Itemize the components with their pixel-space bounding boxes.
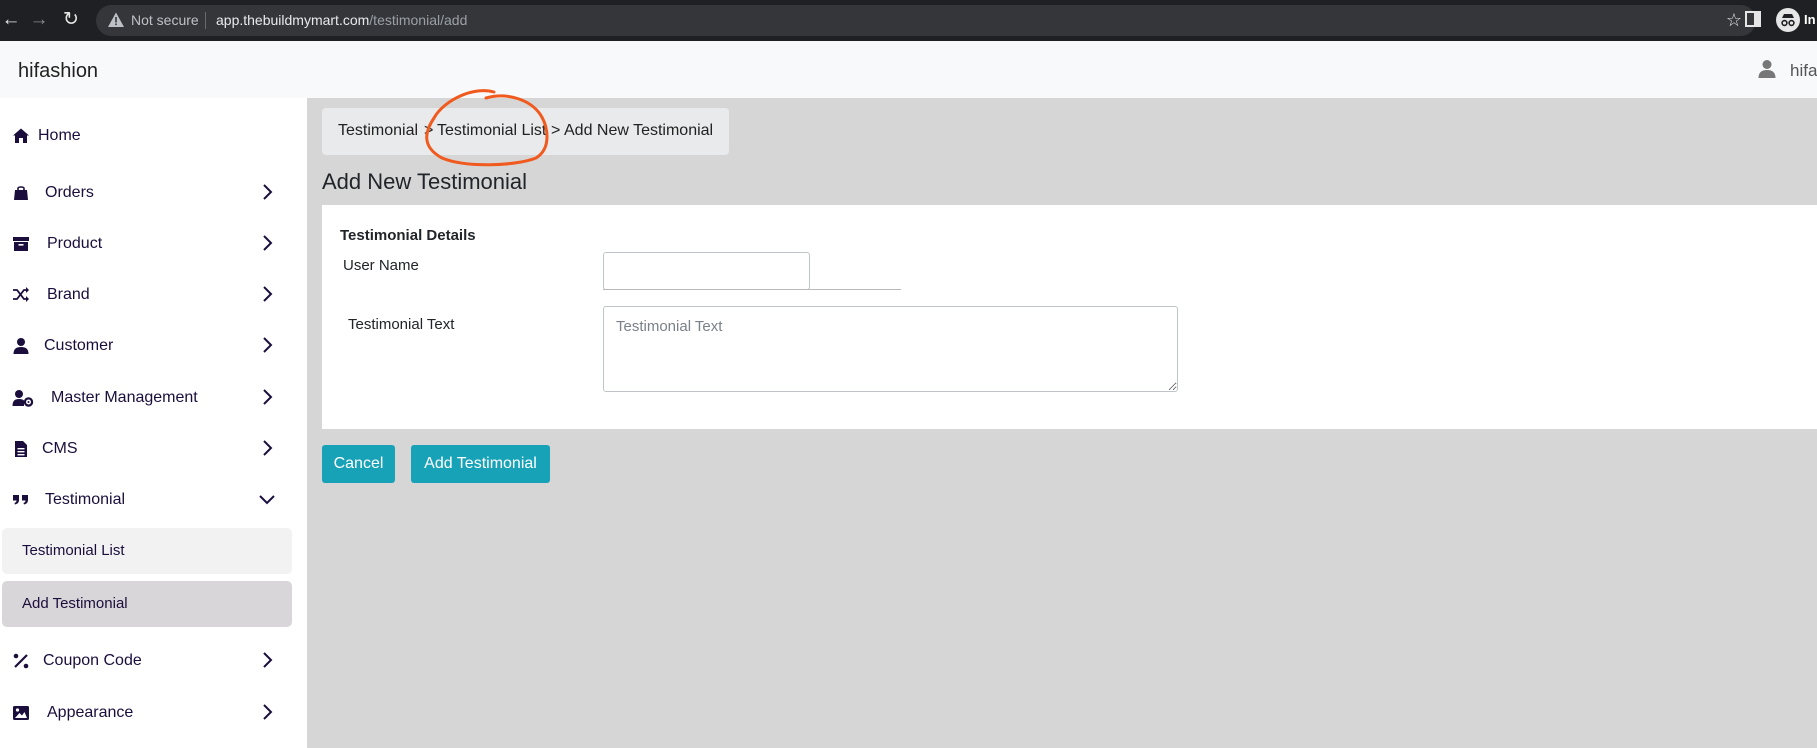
file-icon <box>15 441 27 457</box>
brand-name[interactable]: hifashion <box>18 60 98 83</box>
chevron-right-icon <box>263 652 273 668</box>
profile-label[interactable]: In <box>1804 12 1816 27</box>
add-testimonial-button[interactable]: Add Testimonial <box>411 445 550 483</box>
breadcrumb-testimonial[interactable]: Testimonial <box>338 122 418 140</box>
sidebar: Home Orders Product Brand Customer Maste… <box>0 98 307 748</box>
sidebar-item-label: Orders <box>45 184 94 201</box>
chevron-right-icon <box>263 184 273 200</box>
address-bar[interactable]: Not secure app.thebuildmymart.com/testim… <box>96 5 1756 36</box>
archive-icon <box>13 237 29 251</box>
bookmark-star-icon[interactable]: ☆ <box>1726 10 1742 31</box>
address-separator <box>205 12 206 29</box>
url-path: /testimonial/add <box>369 12 468 28</box>
user-cog-icon <box>12 390 34 407</box>
sidebar-item-label: Testimonial <box>45 491 126 508</box>
sidebar-subitem-add-testimonial[interactable]: Add Testimonial <box>2 581 292 627</box>
sidebar-item-label: Master Management <box>51 389 198 406</box>
user-name-input[interactable] <box>603 252 810 290</box>
sidebar-item-coupon-code[interactable]: Coupon Code <box>0 641 307 681</box>
user-name[interactable]: hifa <box>1790 61 1817 81</box>
home-icon <box>13 128 29 143</box>
not-secure-label[interactable]: Not secure <box>131 12 199 28</box>
breadcrumb-separator: > <box>551 122 561 139</box>
quote-icon <box>13 495 28 505</box>
sidebar-item-testimonial[interactable]: Testimonial <box>0 480 307 520</box>
url-host: app.thebuildmymart.com <box>216 12 370 28</box>
sidebar-subitem-label: Add Testimonial <box>22 595 128 612</box>
testimonial-text-label: Testimonial Text <box>348 316 455 333</box>
input-underline <box>603 289 901 290</box>
sidebar-item-label: CMS <box>42 440 78 457</box>
breadcrumb-testimonial-list[interactable]: Testimonial List <box>437 122 546 140</box>
breadcrumb: Testimonial > Testimonial List > Add New… <box>322 108 729 155</box>
warning-icon[interactable] <box>107 11 125 29</box>
sidebar-item-label: Home <box>38 127 81 144</box>
browser-toolbar: ← → ↻ Not secure app.thebuildmymart.com/… <box>0 0 1817 41</box>
sidebar-item-appearance[interactable]: Appearance <box>0 693 307 733</box>
chevron-right-icon <box>263 235 273 251</box>
percent-icon <box>13 653 29 669</box>
image-icon <box>13 706 29 720</box>
sidebar-item-customer[interactable]: Customer <box>0 326 307 366</box>
breadcrumb-separator: > <box>424 122 434 139</box>
breadcrumb-current: Add New Testimonial <box>564 122 714 139</box>
sidebar-item-cms[interactable]: CMS <box>0 429 307 469</box>
sidebar-item-label: Customer <box>44 337 114 354</box>
page-title: Add New Testimonial <box>322 169 528 194</box>
chevron-right-icon <box>263 704 273 720</box>
sidebar-subitem-label: Testimonial List <box>22 542 125 559</box>
chevron-right-icon <box>263 440 273 456</box>
shuffle-icon <box>13 287 29 302</box>
sidebar-item-product[interactable]: Product <box>0 224 307 264</box>
sidebar-item-orders[interactable]: Orders <box>0 173 307 213</box>
sidebar-item-label: Appearance <box>47 704 134 721</box>
app-header: hifashion hifa <box>0 41 1817 98</box>
url-text[interactable]: app.thebuildmymart.com/testimonial/add <box>216 12 467 28</box>
reload-icon[interactable]: ↻ <box>60 9 82 31</box>
testimonial-text-input[interactable] <box>603 306 1178 392</box>
cancel-button[interactable]: Cancel <box>322 445 395 483</box>
user-icon <box>13 338 29 354</box>
sidebar-item-label: Brand <box>47 286 90 303</box>
sidebar-item-home[interactable]: Home <box>0 116 307 156</box>
sidebar-item-label: Product <box>47 235 103 252</box>
section-title: Testimonial Details <box>340 227 476 244</box>
user-name-label: User Name <box>343 257 419 274</box>
sidebar-subitem-testimonial-list[interactable]: Testimonial List <box>2 528 292 574</box>
chevron-right-icon <box>263 286 273 302</box>
chevron-right-icon <box>263 337 273 353</box>
sidebar-item-brand[interactable]: Brand <box>0 275 307 315</box>
shopping-bag-icon <box>14 186 28 200</box>
chevron-down-icon <box>259 495 275 505</box>
sidebar-item-label: Coupon Code <box>43 652 142 669</box>
back-icon[interactable]: ← <box>0 9 22 31</box>
user-icon[interactable] <box>1757 59 1777 79</box>
chevron-right-icon <box>263 389 273 405</box>
incognito-icon[interactable] <box>1776 8 1800 32</box>
sidebar-item-master-management[interactable]: Master Management <box>0 378 307 418</box>
side-panel-icon[interactable] <box>1745 11 1761 27</box>
forward-icon[interactable]: → <box>28 9 50 31</box>
